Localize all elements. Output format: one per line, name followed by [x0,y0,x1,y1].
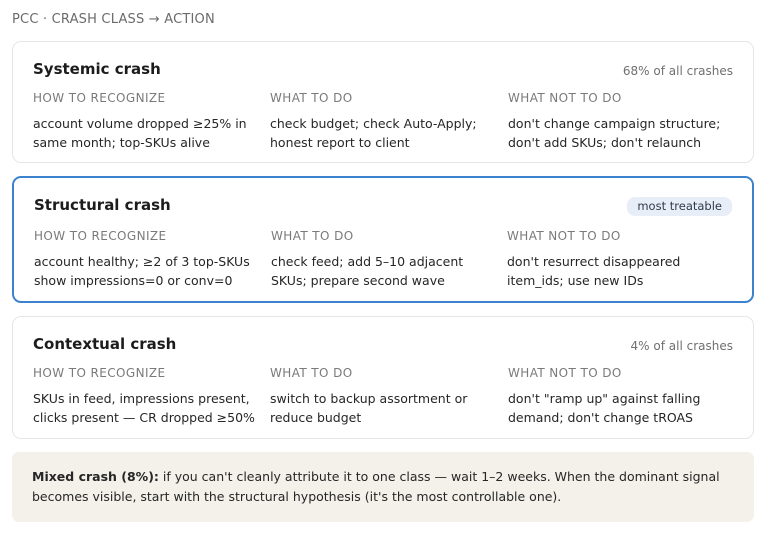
do-column: WHAT TO DO check budget; check Auto-Appl… [270,91,498,152]
card-title: Contextual crash [33,335,177,353]
column-header: HOW TO RECOGNIZE [34,229,167,243]
not-column: WHAT NOT TO DO don't "ramp up" against f… [508,366,736,427]
do-column: WHAT TO DO check feed; add 5–10 adjacent… [271,229,499,290]
column-header: WHAT NOT TO DO [507,229,621,243]
note-label: Mixed crash (8%): [32,469,159,484]
structural-crash-card: Structural crash most treatable HOW TO R… [12,176,754,303]
card-title: Systemic crash [33,60,161,78]
not-column: WHAT NOT TO DO don't resurrect disappear… [507,229,735,290]
do-column: WHAT TO DO switch to backup assortment o… [270,366,498,427]
do-text: check budget; check Auto-Apply; honest r… [270,116,477,150]
recognize-column: HOW TO RECOGNIZE SKUs in feed, impressio… [33,366,261,427]
recognize-column: HOW TO RECOGNIZE account healthy; ≥2 of … [34,229,262,290]
column-header: HOW TO RECOGNIZE [33,366,166,380]
recognize-text: account volume dropped ≥25% in same mont… [33,116,247,150]
not-column: WHAT NOT TO DO don't change campaign str… [508,91,736,152]
do-text: check feed; add 5–10 adjacent SKUs; prep… [271,254,464,288]
card-title: Structural crash [34,196,171,214]
contextual-crash-card: Contextual crash 4% of all crashes HOW T… [12,316,754,439]
do-text: switch to backup assortment or reduce bu… [270,391,468,425]
recognize-column: HOW TO RECOGNIZE account volume dropped … [33,91,261,152]
crash-share-label: 68% of all crashes [622,64,733,78]
column-header: WHAT NOT TO DO [508,366,622,380]
column-header: WHAT TO DO [270,366,353,380]
page-header: PCC · CRASH CLASS → ACTION [12,12,215,27]
column-header: WHAT TO DO [271,229,354,243]
crash-share-label: 4% of all crashes [630,339,733,353]
recognize-text: SKUs in feed, impressions present, click… [33,391,255,425]
not-text: don't resurrect disappeared item_ids; us… [507,254,681,288]
column-header: WHAT NOT TO DO [508,91,622,105]
recognize-text: account healthy; ≥2 of 3 top-SKUs show i… [34,254,250,288]
most-treatable-badge: most treatable [627,197,732,216]
column-header: WHAT TO DO [270,91,353,105]
column-header: HOW TO RECOGNIZE [33,91,166,105]
mixed-crash-note: Mixed crash (8%): if you can't cleanly a… [12,452,754,522]
not-text: don't "ramp up" against falling demand; … [508,391,701,425]
not-text: don't change campaign structure; don't a… [508,116,721,150]
systemic-crash-card: Systemic crash 68% of all crashes HOW TO… [12,41,754,163]
